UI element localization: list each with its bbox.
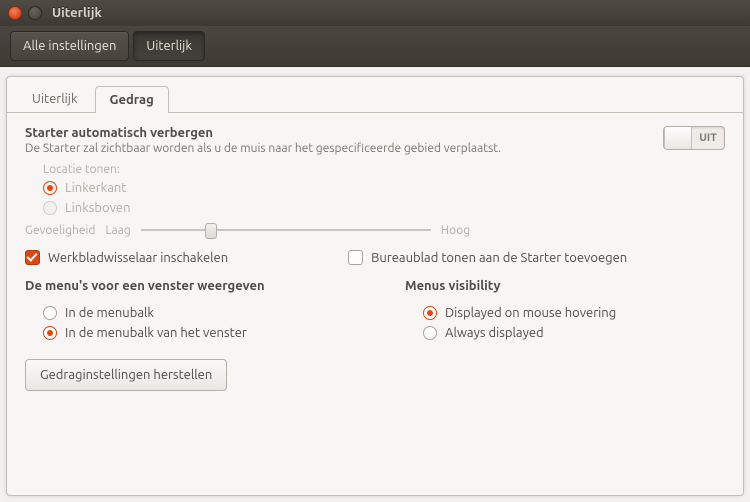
breadcrumb-current[interactable]: Uiterlijk: [133, 31, 205, 61]
autohide-toggle[interactable]: [663, 126, 725, 150]
slider-thumb: [205, 223, 217, 239]
slider-track: [141, 229, 431, 231]
menus-visibility-hover-label: Displayed on mouse hovering: [445, 306, 616, 320]
sensitivity-low: Laag: [105, 224, 130, 237]
tab-bar: Uiterlijk Gedrag: [7, 77, 743, 113]
menus-in-menubar-label: In de menubalk: [65, 306, 154, 320]
menus-location-title: De menu's voor een venster weergeven: [25, 279, 365, 293]
content-pane: Uiterlijk Gedrag Starter automatisch ver…: [6, 76, 744, 496]
radio-icon: [423, 306, 437, 320]
tab-look[interactable]: Uiterlijk: [17, 85, 93, 112]
menus-visibility-title: Menus visibility: [405, 279, 705, 293]
autohide-header-row: Starter automatisch verbergen De Starter…: [25, 126, 725, 163]
restore-behavior-label: Gedraginstellingen herstellen: [40, 368, 212, 382]
reveal-left-side-label: Linkerkant: [65, 181, 126, 195]
radio-columns: De menu's voor een venster weergeven In …: [25, 279, 725, 343]
autohide-subtitle: De Starter zal zichtbaar worden als u de…: [25, 142, 501, 155]
menus-visibility-hover[interactable]: Displayed on mouse hovering: [423, 303, 705, 323]
menus-in-titlebar[interactable]: In de menubalk van het venster: [43, 323, 365, 343]
restore-behavior-button[interactable]: Gedraginstellingen herstellen: [25, 359, 227, 391]
radio-icon: [43, 326, 57, 340]
breadcrumb-toolbar: Alle instellingen Uiterlijk: [0, 26, 750, 67]
reveal-top-left: Linksboven: [43, 198, 725, 218]
checkbox-icon: [25, 250, 40, 265]
menus-visibility-always-label: Always displayed: [445, 326, 544, 340]
sensitivity-label: Gevoeligheid: [25, 224, 95, 237]
behavior-panel: Starter automatisch verbergen De Starter…: [7, 112, 743, 405]
reveal-top-left-label: Linksboven: [65, 201, 131, 215]
breadcrumb-all-settings[interactable]: Alle instellingen: [10, 31, 129, 61]
close-icon[interactable]: [8, 6, 22, 20]
sensitivity-high: Hoog: [441, 224, 470, 237]
show-desktop-label: Bureaublad tonen aan de Starter toevoege…: [371, 251, 627, 265]
workspace-switcher-label: Werkbladwisselaar inschakelen: [48, 251, 228, 265]
menus-visibility-column: Menus visibility Displayed on mouse hove…: [405, 279, 705, 343]
window-controls: [8, 6, 42, 20]
reveal-location-group: Locatie tonen: Linkerkant Linksboven: [43, 163, 725, 218]
menus-location-column: De menu's voor een venster weergeven In …: [25, 279, 365, 343]
checkbox-icon: [348, 250, 363, 265]
radio-icon: [43, 201, 57, 215]
titlebar: Uiterlijk: [0, 0, 750, 26]
minimize-icon[interactable]: [28, 6, 42, 20]
menus-visibility-always[interactable]: Always displayed: [423, 323, 705, 343]
tab-behavior[interactable]: Gedrag: [95, 86, 169, 113]
radio-icon: [43, 306, 57, 320]
menus-in-titlebar-label: In de menubalk van het venster: [65, 326, 247, 340]
toggle-off-label: [692, 127, 724, 149]
radio-icon: [43, 181, 57, 195]
reveal-left-side: Linkerkant: [43, 178, 725, 198]
workspace-switcher-checkbox[interactable]: Werkbladwisselaar inschakelen: [25, 250, 228, 265]
sensitivity-slider: [141, 222, 431, 238]
toggle-knob: [664, 127, 692, 149]
radio-icon: [423, 326, 437, 340]
menus-in-menubar[interactable]: In de menubalk: [43, 303, 365, 323]
checkbox-row: Werkbladwisselaar inschakelen Bureaublad…: [25, 250, 725, 265]
appearance-window: Uiterlijk Alle instellingen Uiterlijk Ui…: [0, 0, 750, 502]
reveal-location-label: Locatie tonen:: [43, 163, 725, 176]
window-title: Uiterlijk: [52, 6, 102, 20]
show-desktop-checkbox[interactable]: Bureaublad tonen aan de Starter toevoege…: [348, 250, 627, 265]
autohide-title: Starter automatisch verbergen: [25, 126, 501, 140]
sensitivity-row: Gevoeligheid Laag Hoog: [25, 222, 725, 238]
